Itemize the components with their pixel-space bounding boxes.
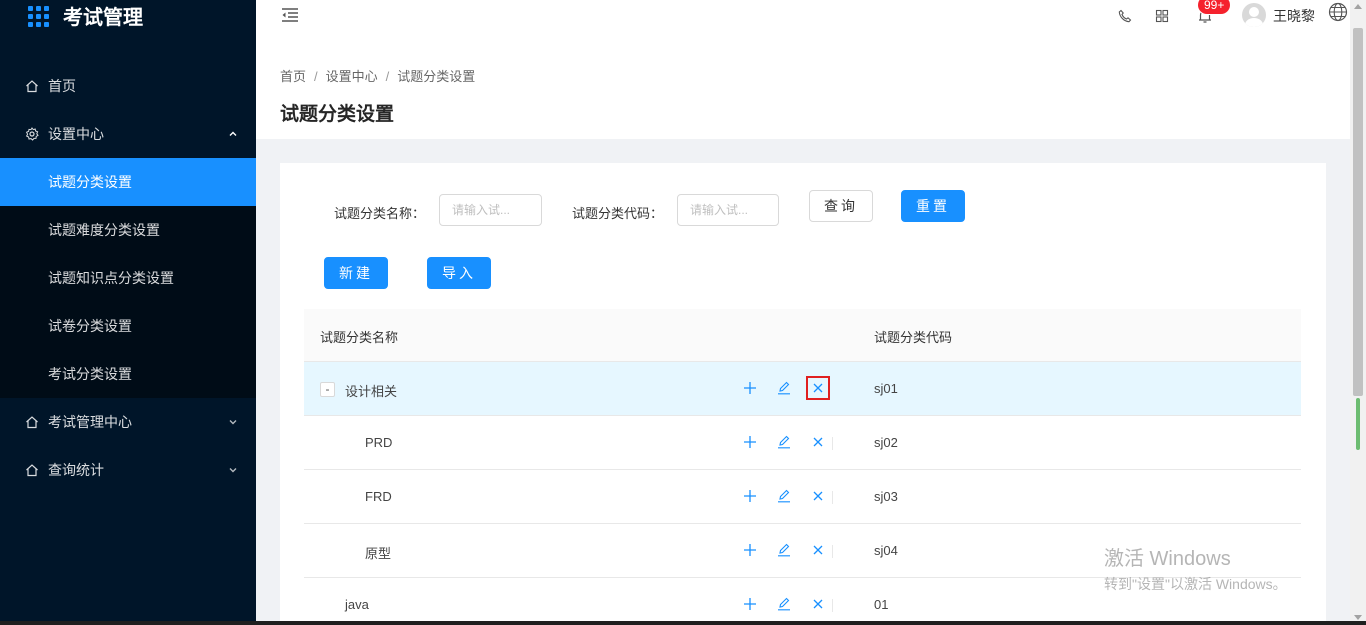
sidebar-item-question-category[interactable]: 试题分类设置 [0,158,256,206]
table-row[interactable]: PRD sj02 [304,416,1301,470]
table-row[interactable]: - 设计相关 sj01 [304,362,1301,416]
sidebar-item-paper-category[interactable]: 试卷分类设置 [0,302,256,350]
watermark-subtitle: 转到"设置"以激活 Windows。 [1104,576,1287,592]
username[interactable]: 王晓黎 [1273,6,1315,26]
home-icon [24,462,40,478]
name-filter-label: 试题分类名称： [334,206,426,221]
action-divider [832,491,833,504]
category-code: sj01 [874,381,898,396]
apps-icon[interactable] [1153,7,1171,25]
taskbar-edge [0,621,1366,625]
scrollbar-indicator [1356,398,1360,450]
category-code: sj02 [874,435,898,450]
home-icon [24,78,40,94]
reset-button[interactable]: 重置 [901,190,965,222]
breadcrumb-settings-center[interactable]: 设置中心 [326,69,378,84]
edit-icon[interactable] [775,379,793,397]
action-divider [832,599,833,612]
new-button[interactable]: 新建 [324,257,388,289]
query-button[interactable]: 查询 [809,190,873,222]
code-filter-label: 试题分类代码： [572,206,664,221]
sidebar: 考试管理 首页 设置中心 试题分类设置 试题难度分类设置 试题知识点分类设置 试… [0,0,256,625]
chevron-up-icon [228,126,238,142]
sidebar-item-exam-management[interactable]: 考试管理中心 [0,398,256,446]
category-name: 原型 [365,546,392,561]
delete-icon[interactable] [809,433,827,451]
settings-submenu: 试题分类设置 试题难度分类设置 试题知识点分类设置 试卷分类设置 考试分类设置 [0,158,256,398]
category-code: 01 [874,597,889,612]
category-code: sj04 [874,543,898,558]
column-header-code: 试题分类代码 [874,330,953,345]
home-icon [24,414,40,430]
table-row[interactable]: FRD sj03 [304,470,1301,524]
import-button[interactable]: 导入 [427,257,491,289]
category-name: 设计相关 [345,384,398,399]
settings-icon [24,126,40,142]
category-name: java [345,597,369,612]
sidebar-item-query-statistics[interactable]: 查询统计 [0,446,256,494]
breadcrumb: 首页 / 设置中心 / 试题分类设置 [280,69,476,84]
column-header-name: 试题分类名称 [320,330,399,345]
scroll-down-arrow-icon[interactable] [1354,615,1362,620]
name-filter-input[interactable]: 请输入试... [439,194,542,226]
edit-icon[interactable] [775,541,793,559]
sidebar-item-label: 考试管理中心 [48,414,132,430]
breadcrumb-home[interactable]: 首页 [280,69,306,84]
sidebar-item-settings-center[interactable]: 设置中心 [0,110,256,158]
menu-fold-icon[interactable] [280,6,300,27]
page-scrollbar[interactable] [1350,0,1366,625]
sidebar-item-home[interactable]: 首页 [0,62,256,110]
add-child-icon[interactable] [741,541,759,559]
sidebar-menu: 首页 设置中心 试题分类设置 试题难度分类设置 试题知识点分类设置 试卷分类设置 [0,62,256,494]
edit-icon[interactable] [775,487,793,505]
sidebar-item-label: 考试分类设置 [48,366,132,382]
sidebar-item-label: 试题知识点分类设置 [48,270,174,286]
windows-activation-watermark: 激活 Windows 转到"设置"以激活 Windows。 [1104,542,1287,594]
add-child-icon[interactable] [741,379,759,397]
table-header: 试题分类名称 试题分类代码 [304,309,1301,362]
action-divider [832,545,833,558]
chevron-down-icon [228,462,238,478]
app-title: 考试管理 [63,6,143,29]
edit-icon[interactable] [775,595,793,613]
sidebar-item-knowledge-category[interactable]: 试题知识点分类设置 [0,254,256,302]
sidebar-item-exam-category[interactable]: 考试分类设置 [0,350,256,398]
avatar[interactable] [1242,3,1266,27]
notification-badge: 99+ [1198,0,1231,14]
sidebar-item-label: 试卷分类设置 [48,318,132,334]
delete-icon[interactable] [809,595,827,613]
sidebar-item-difficulty-category[interactable]: 试题难度分类设置 [0,206,256,254]
chevron-down-icon [228,414,238,430]
code-filter-input[interactable]: 请输入试... [677,194,779,226]
collapse-row-button[interactable]: - [320,382,335,397]
add-child-icon[interactable] [741,433,759,451]
sidebar-item-label: 首页 [48,78,76,94]
page-header: 首页 / 设置中心 / 试题分类设置 试题分类设置 [256,46,1350,139]
sidebar-item-label: 查询统计 [48,462,104,478]
logo-grid-icon [28,5,49,27]
page-title: 试题分类设置 [280,104,395,125]
top-header: 99+ 王晓黎 [256,0,1350,46]
edit-icon[interactable] [775,433,793,451]
sidebar-item-label: 设置中心 [48,126,104,142]
scrollbar-thumb[interactable] [1353,28,1363,396]
delete-icon[interactable] [809,487,827,505]
delete-icon[interactable] [809,541,827,559]
add-child-icon[interactable] [741,595,759,613]
category-name: PRD [365,435,393,450]
delete-icon[interactable] [806,376,830,400]
app-logo[interactable]: 考试管理 [0,0,256,40]
scroll-up-arrow-icon[interactable] [1354,4,1362,9]
add-child-icon[interactable] [741,487,759,505]
category-code: sj03 [874,489,898,504]
phone-icon[interactable] [1116,7,1134,25]
breadcrumb-current: 试题分类设置 [397,69,476,84]
sidebar-item-label: 试题难度分类设置 [48,222,160,238]
category-name: FRD [365,489,392,504]
action-divider [832,437,833,450]
sidebar-item-label: 试题分类设置 [48,174,132,190]
globe-icon[interactable] [1327,1,1349,23]
watermark-title: 激活 Windows [1104,548,1231,570]
